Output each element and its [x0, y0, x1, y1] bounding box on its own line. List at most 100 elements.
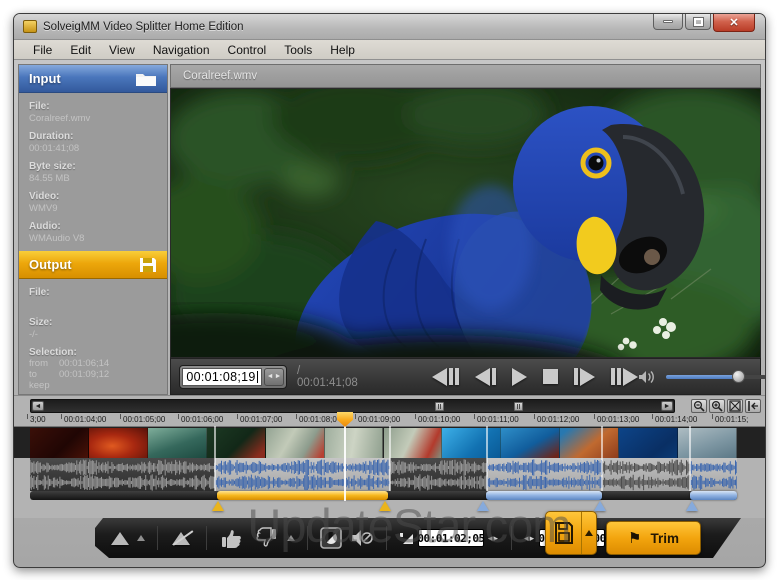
restore-button[interactable] [685, 14, 711, 30]
close-button[interactable]: ✕ [713, 14, 755, 32]
stop-button[interactable] [543, 369, 558, 384]
menu-file[interactable]: File [24, 41, 61, 59]
zoom-in-button[interactable] [709, 399, 725, 413]
minimize-button[interactable] [653, 14, 683, 30]
playback-controls: 00:01:08;19 ◄► / 00:01:41;08 [170, 358, 761, 395]
thumbnail[interactable] [501, 428, 560, 458]
input-duration-value: 00:01:41;08 [29, 143, 157, 154]
play-button[interactable] [512, 368, 527, 386]
scroll-left-arrow[interactable]: ◄ [32, 401, 44, 411]
timeline-scrollbar[interactable]: ◄ ► [30, 399, 675, 413]
selection-marker-yellow[interactable] [212, 501, 224, 511]
thumbnail[interactable] [560, 428, 619, 458]
cut-fragment-button[interactable] [253, 527, 279, 549]
begin-marker-icon [399, 532, 414, 545]
menu-control[interactable]: Control [219, 41, 276, 59]
selection-marker-blue[interactable] [686, 501, 698, 511]
scroll-right-arrow[interactable]: ► [661, 401, 673, 411]
waveform-segment[interactable] [390, 458, 487, 491]
scroll-grip-left[interactable] [435, 402, 444, 411]
clip-title: Coralreef.wmv [183, 70, 257, 82]
begin-step-arrows[interactable]: ◂▸ [488, 533, 499, 544]
thumbnail[interactable] [325, 428, 384, 458]
next-clip-button[interactable] [611, 368, 638, 386]
waveform-segment[interactable] [215, 458, 390, 491]
remove-marker-button[interactable] [170, 529, 194, 547]
frame-step-buttons[interactable]: ◄► [264, 368, 284, 386]
zoom-out-button[interactable] [691, 399, 707, 413]
cut-fragment-dropdown[interactable] [287, 535, 295, 541]
position-input[interactable]: 00:01:08;19 [182, 368, 262, 386]
add-marker-button[interactable] [111, 532, 129, 545]
waveform-segment[interactable] [487, 458, 602, 491]
volume-fill [666, 375, 738, 379]
save-icon [139, 257, 157, 273]
thumbs-down-icon [253, 527, 279, 549]
volume-slider[interactable] [666, 375, 766, 379]
selection-to-value: 00:01:09;12 [59, 369, 109, 380]
ruler-tick [534, 414, 535, 419]
step-back-button[interactable] [475, 368, 496, 386]
play-icon [512, 368, 527, 386]
video-frame[interactable] [170, 88, 761, 358]
save-dropdown-button[interactable] [582, 512, 596, 554]
menu-edit[interactable]: Edit [61, 41, 100, 59]
selection-marker-blue[interactable] [477, 501, 489, 511]
save-button[interactable] [546, 512, 582, 554]
menu-view[interactable]: View [100, 41, 144, 59]
ruler-label: 3;00 [30, 415, 46, 424]
selection-bar-blue[interactable] [690, 491, 737, 500]
volume-knob[interactable] [732, 370, 745, 383]
step-forward-button[interactable] [574, 368, 595, 386]
input-video-value: WMV9 [29, 203, 157, 214]
thumbnail[interactable] [384, 428, 443, 458]
thumbnail[interactable] [148, 428, 207, 458]
thumbnail[interactable] [442, 428, 501, 458]
input-duration-label: Duration: [29, 131, 157, 142]
goto-marker-button[interactable] [745, 399, 761, 413]
trim-label: Trim [650, 531, 679, 546]
selection-marker-blue[interactable] [594, 501, 606, 511]
trim-button[interactable]: ⚑ Trim [606, 521, 701, 555]
ruler-tick [594, 414, 595, 419]
output-size-label: Size: [29, 317, 157, 328]
output-panel-header[interactable]: Output [19, 251, 167, 279]
trim-flag-icon: ⚑ [628, 531, 641, 546]
title-bar[interactable]: SolveigMM Video Splitter Home Edition ✕ [14, 14, 765, 40]
thumbnail[interactable] [678, 428, 737, 458]
mute-audio-button[interactable] [350, 528, 374, 548]
invert-selection-button[interactable] [320, 527, 342, 549]
thumbnail[interactable] [30, 428, 89, 458]
output-panel-title: Output [29, 257, 72, 272]
end-step-arrows[interactable]: ◂▸ [524, 533, 535, 544]
menu-help[interactable]: Help [321, 41, 364, 59]
keep-fragment-button[interactable] [219, 527, 245, 549]
waveform-segment[interactable] [602, 458, 690, 491]
folder-icon [135, 71, 157, 87]
waveform-segment[interactable] [690, 458, 737, 491]
fit-timeline-icon [729, 400, 741, 412]
save-split-button[interactable] [545, 511, 597, 555]
selection-bar-yellow[interactable] [217, 491, 388, 500]
add-marker-dropdown[interactable] [137, 535, 145, 541]
input-panel-header[interactable]: Input [19, 65, 167, 93]
thumbnail[interactable] [89, 428, 148, 458]
timeline: ◄ ► 3;0000:01:04;0000:01:05;0000:01:06;0… [14, 395, 766, 518]
prev-clip-button[interactable] [432, 368, 459, 386]
scroll-grip-right[interactable] [514, 402, 523, 411]
waveform-segment[interactable] [30, 458, 215, 491]
begin-time-input[interactable]: 00:01:02;05 [418, 529, 484, 547]
fit-timeline-button[interactable] [727, 399, 743, 413]
thumbnail[interactable] [619, 428, 678, 458]
timeline-ruler[interactable]: 3;0000:01:04;0000:01:05;0000:01:06;0000:… [14, 413, 766, 426]
menu-navigation[interactable]: Navigation [144, 41, 219, 59]
sidebar: Input File:Coralreef.wmv Duration:00:01:… [18, 64, 168, 395]
selection-bar-blue[interactable] [486, 491, 602, 500]
menu-tools[interactable]: Tools [275, 41, 321, 59]
thumbnail[interactable] [266, 428, 325, 458]
selection-marker-yellow[interactable] [379, 501, 391, 511]
close-icon: ✕ [729, 16, 738, 29]
segment-separator [214, 426, 216, 491]
ruler-label: 00:01:07;00 [240, 415, 282, 424]
segment-separator [389, 426, 391, 491]
